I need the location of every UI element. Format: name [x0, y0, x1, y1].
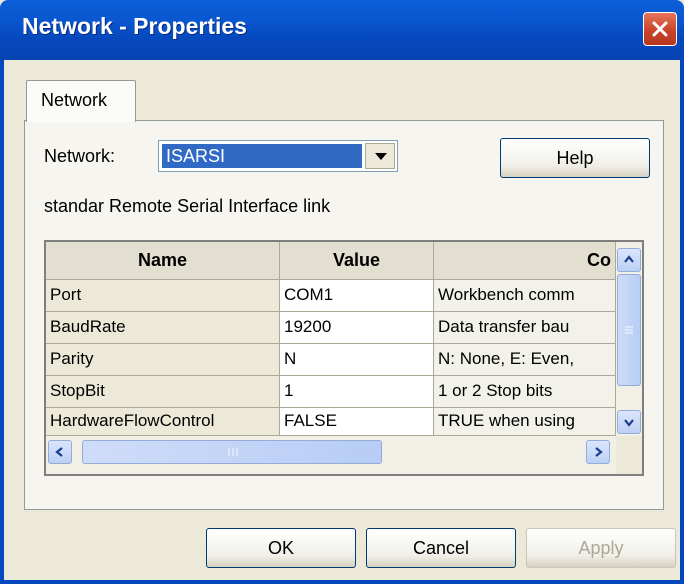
window-border-bottom — [0, 580, 684, 584]
column-header-name[interactable]: Name — [46, 242, 280, 280]
tab-network[interactable]: Network — [26, 80, 136, 122]
scroll-up-icon — [624, 255, 634, 263]
scroll-up-button[interactable] — [617, 248, 641, 272]
scrollbar-corner — [616, 436, 642, 474]
cell-value[interactable]: N — [280, 344, 434, 376]
scroll-left-icon — [55, 447, 63, 457]
network-select-value: ISARSI — [162, 144, 362, 168]
vertical-scroll-thumb[interactable] — [617, 274, 641, 386]
apply-button[interactable]: Apply — [526, 528, 676, 568]
scroll-down-icon — [624, 419, 634, 427]
network-description: standar Remote Serial Interface link — [44, 196, 331, 216]
column-header-comment[interactable]: Co — [434, 242, 616, 280]
cell-name[interactable]: HardwareFlowControl — [46, 408, 280, 436]
help-button[interactable]: Help — [500, 138, 650, 178]
window-border-left — [0, 60, 4, 584]
cell-value[interactable]: 19200 — [280, 312, 434, 344]
cell-value[interactable]: FALSE — [280, 408, 434, 436]
close-button[interactable] — [643, 12, 677, 46]
cell-comment[interactable]: TRUE when using — [434, 408, 616, 436]
close-icon — [652, 21, 668, 37]
scroll-left-button[interactable] — [48, 440, 72, 464]
grip-icon — [625, 326, 633, 334]
column-header-value[interactable]: Value — [280, 242, 434, 280]
network-select-dropdown-button[interactable] — [365, 143, 395, 169]
cell-value[interactable]: COM1 — [280, 280, 434, 312]
cell-name[interactable]: BaudRate — [46, 312, 280, 344]
scroll-right-icon — [595, 447, 603, 457]
window-border-right — [680, 60, 684, 584]
tab-label: Network — [41, 90, 108, 110]
scroll-down-button[interactable] — [617, 410, 641, 434]
grip-icon — [228, 448, 238, 456]
cell-comment[interactable]: Data transfer bau — [434, 312, 616, 344]
horizontal-scroll-thumb[interactable] — [82, 440, 382, 464]
cell-value[interactable]: 1 — [280, 376, 434, 408]
cancel-button[interactable]: Cancel — [366, 528, 516, 568]
cell-name[interactable]: Parity — [46, 344, 280, 376]
window-title: Network - Properties — [22, 13, 247, 39]
ok-button[interactable]: OK — [206, 528, 356, 568]
cell-name[interactable]: StopBit — [46, 376, 280, 408]
cell-comment[interactable]: Workbench comm — [434, 280, 616, 312]
title-bar[interactable]: Network - Properties — [0, 0, 684, 60]
horizontal-scrollbar[interactable] — [46, 436, 616, 474]
vertical-scrollbar[interactable] — [616, 242, 642, 436]
cell-name[interactable]: Port — [46, 280, 280, 312]
network-select[interactable]: ISARSI — [158, 140, 398, 172]
cell-comment[interactable]: 1 or 2 Stop bits — [434, 376, 616, 408]
network-label: Network: — [44, 146, 116, 166]
scroll-right-button[interactable] — [586, 440, 610, 464]
chevron-down-icon — [375, 153, 387, 160]
properties-grid[interactable]: Name Value Co Port COM1 Workbench comm B… — [44, 240, 644, 476]
cell-comment[interactable]: N: None, E: Even, — [434, 344, 616, 376]
